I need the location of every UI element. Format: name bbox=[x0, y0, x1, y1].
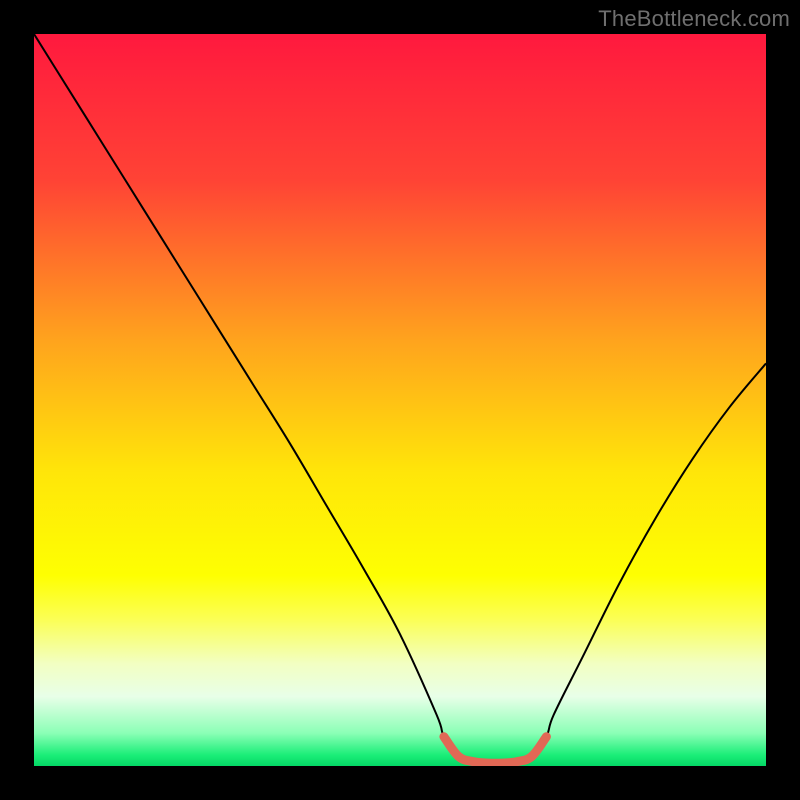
chart-frame: TheBottleneck.com bbox=[0, 0, 800, 800]
watermark-text: TheBottleneck.com bbox=[598, 6, 790, 32]
chart-canvas bbox=[34, 34, 766, 766]
gradient-background bbox=[34, 34, 766, 766]
plot-area bbox=[34, 34, 766, 766]
